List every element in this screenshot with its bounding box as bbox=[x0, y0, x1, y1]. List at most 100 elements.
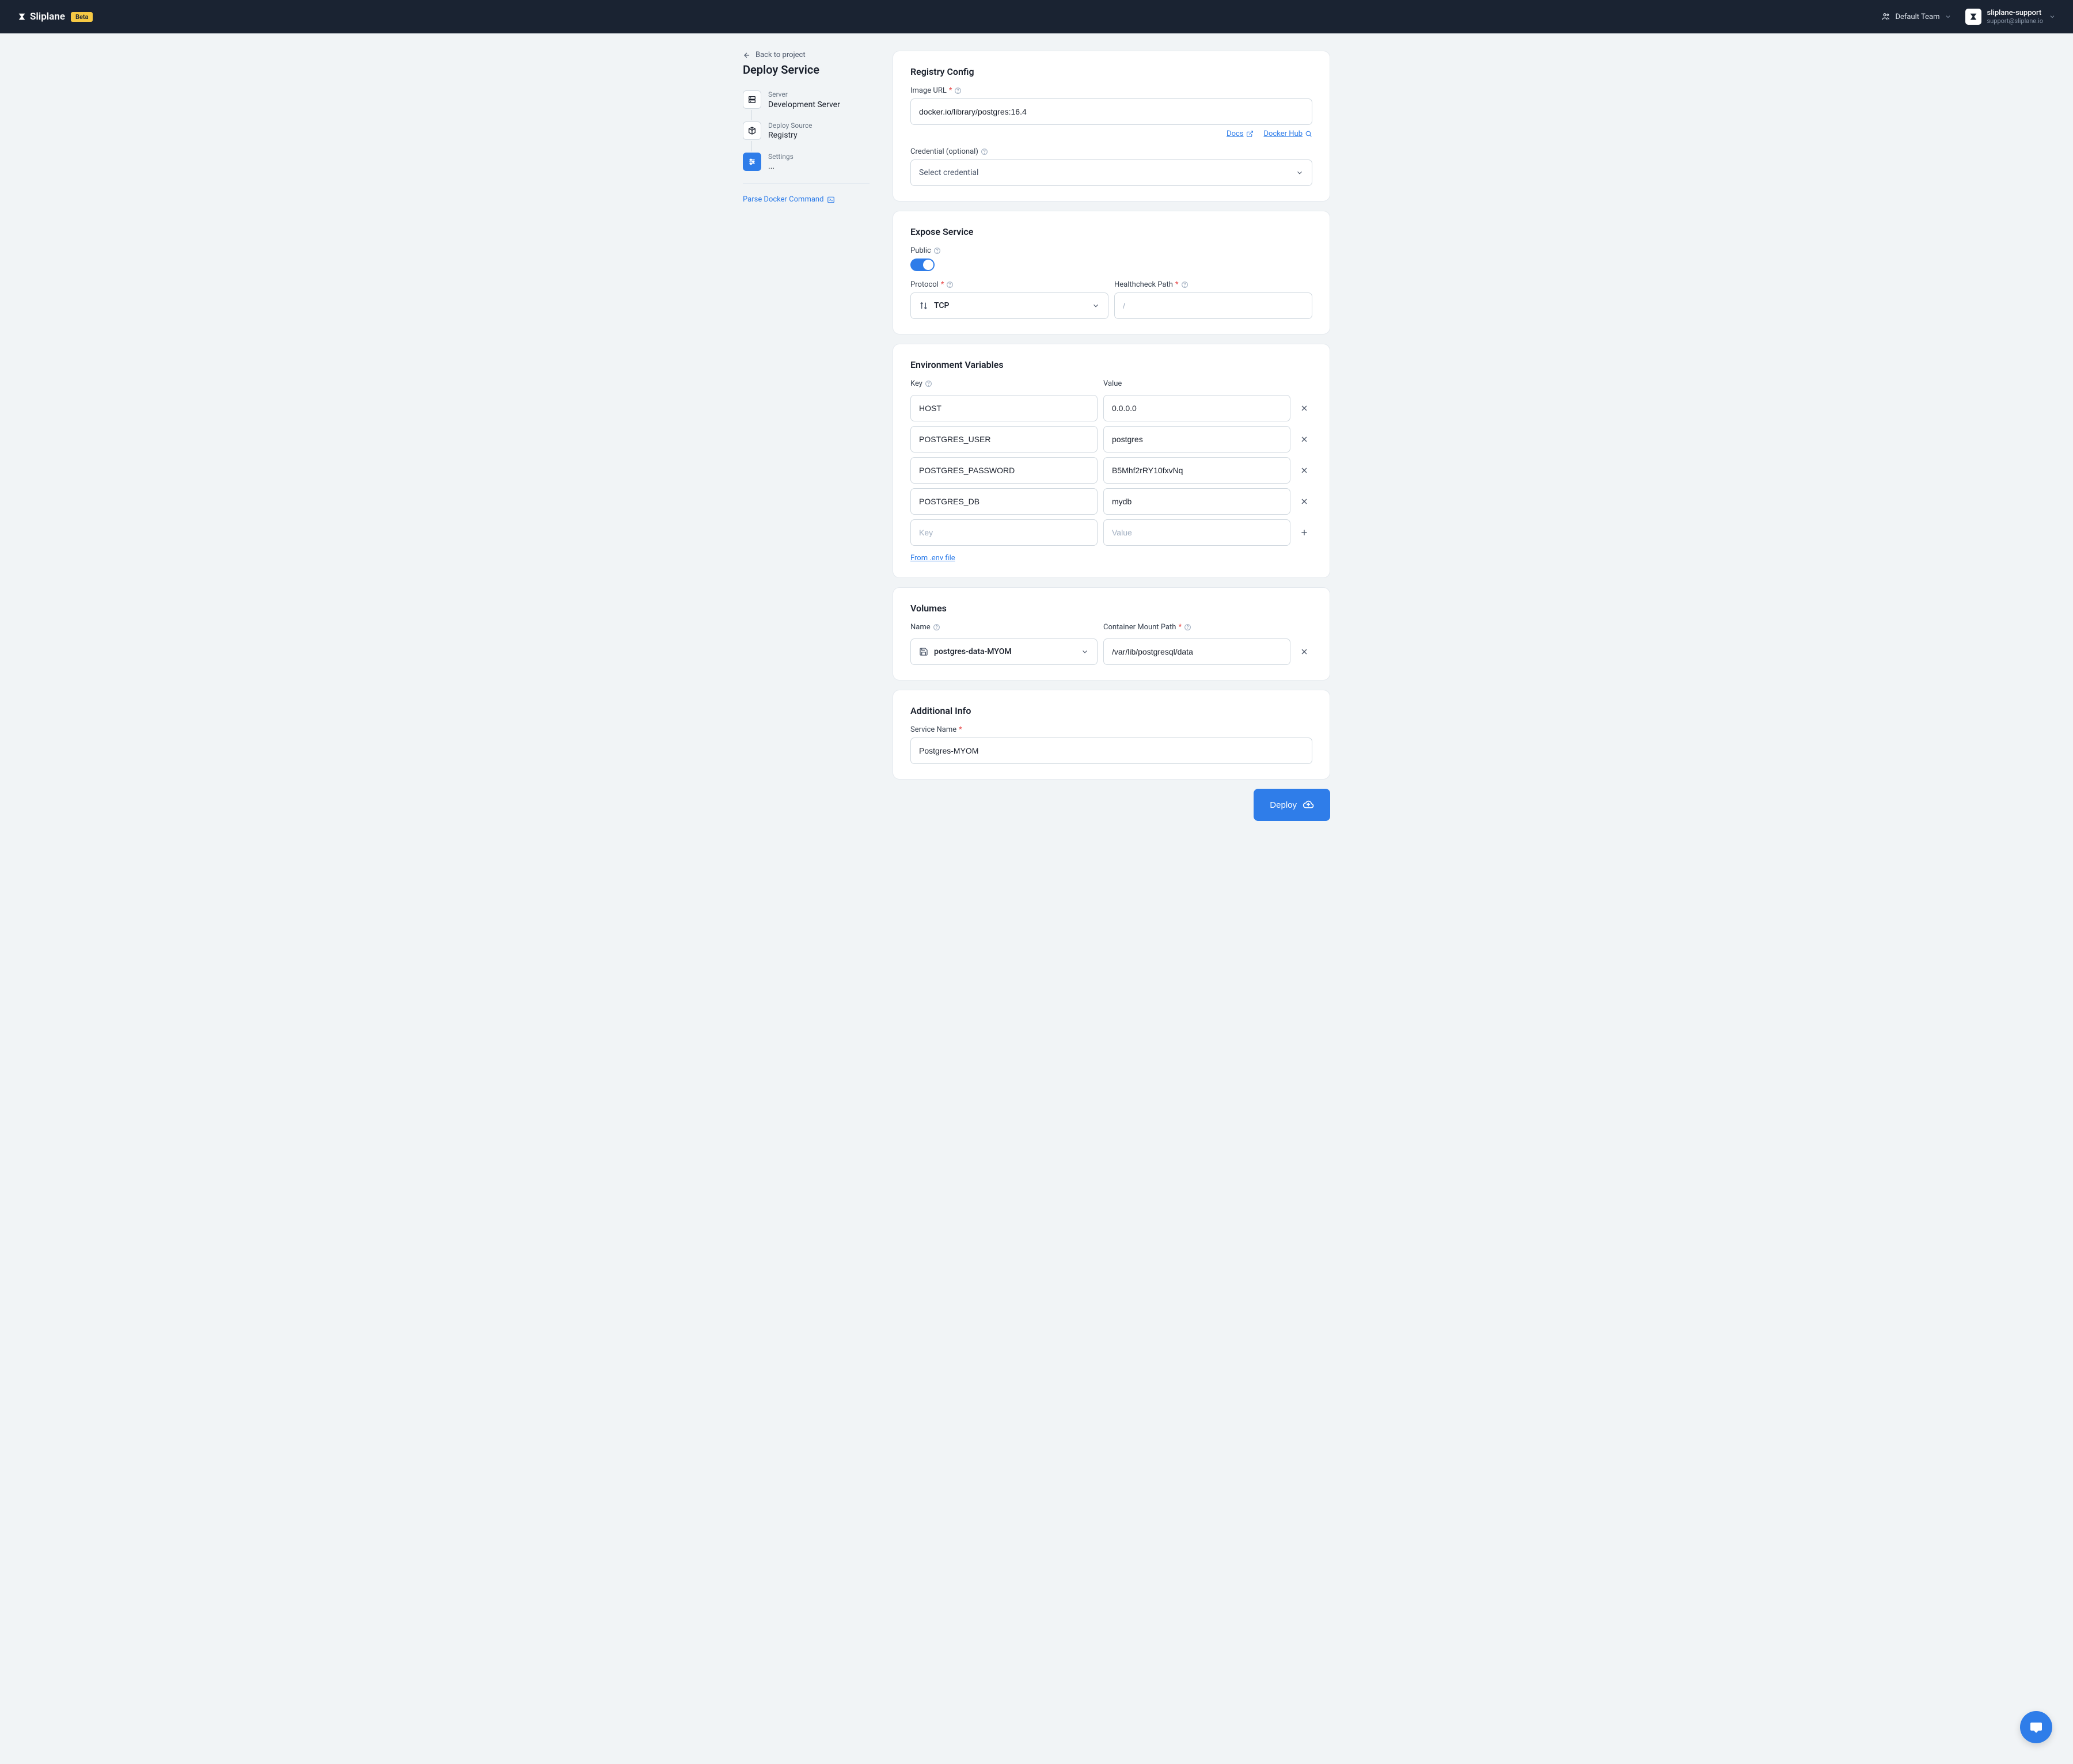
vol-mount-label: Container Mount Path* bbox=[1103, 623, 1290, 632]
image-url-input[interactable] bbox=[910, 98, 1312, 125]
env-key-input[interactable] bbox=[910, 519, 1098, 546]
mount-path-input[interactable] bbox=[1103, 638, 1290, 665]
service-name-input[interactable] bbox=[910, 737, 1312, 764]
registry-icon bbox=[743, 121, 761, 140]
env-key-input[interactable] bbox=[910, 457, 1098, 484]
remove-env-button[interactable] bbox=[1296, 426, 1312, 453]
remove-env-button[interactable] bbox=[1296, 457, 1312, 484]
value-header: Value bbox=[1103, 379, 1290, 388]
protocol-label: Protocol* bbox=[910, 280, 1108, 289]
help-icon[interactable] bbox=[1181, 281, 1189, 288]
help-icon[interactable] bbox=[933, 247, 941, 254]
save-icon bbox=[919, 647, 928, 656]
steps: Server Development Server Deploy Source … bbox=[743, 90, 870, 172]
volumes-card: Volumes Name Container Mount Path* bbox=[893, 587, 1330, 680]
team-switcher[interactable]: Default Team bbox=[1881, 12, 1951, 21]
env-card: Environment Variables Key Value From .en… bbox=[893, 344, 1330, 578]
cloud-upload-icon bbox=[1303, 799, 1314, 811]
brand-logo[interactable]: Sliplane bbox=[17, 11, 65, 22]
brand-icon bbox=[17, 12, 26, 21]
arrow-left-icon bbox=[743, 51, 751, 59]
avatar-icon bbox=[1969, 12, 1978, 21]
server-icon bbox=[743, 90, 761, 109]
user-info: sliplane-support support@sliplane.io bbox=[1987, 9, 2043, 25]
parse-docker-link[interactable]: Parse Docker Command bbox=[743, 183, 870, 204]
env-row bbox=[910, 395, 1312, 421]
chevron-down-icon bbox=[2049, 13, 2056, 20]
add-env-button[interactable] bbox=[1296, 519, 1312, 546]
env-key-input[interactable] bbox=[910, 395, 1098, 421]
team-icon bbox=[1881, 12, 1890, 21]
env-key-input[interactable] bbox=[910, 488, 1098, 515]
chevron-down-icon bbox=[1296, 169, 1304, 177]
help-icon[interactable] bbox=[933, 624, 940, 631]
credential-label: Credential (optional) bbox=[910, 147, 1312, 156]
step-server[interactable]: Server Development Server bbox=[743, 90, 870, 110]
close-icon bbox=[1300, 466, 1309, 475]
terminal-icon bbox=[827, 196, 835, 204]
docs-link[interactable]: Docs bbox=[1227, 130, 1253, 138]
remove-env-button[interactable] bbox=[1296, 488, 1312, 515]
card-title: Volumes bbox=[910, 603, 1312, 614]
chat-fab[interactable] bbox=[2020, 1711, 2052, 1743]
back-link[interactable]: Back to project bbox=[743, 51, 870, 59]
image-url-label: Image URL* bbox=[910, 86, 1312, 95]
credential-select[interactable]: Select credential bbox=[910, 159, 1312, 186]
team-name: Default Team bbox=[1895, 13, 1939, 21]
healthcheck-input[interactable] bbox=[1114, 292, 1312, 319]
user-email: support@sliplane.io bbox=[1987, 17, 2043, 25]
step-settings[interactable]: Settings ... bbox=[743, 153, 870, 172]
step-value: Registry bbox=[768, 130, 813, 140]
help-icon[interactable] bbox=[954, 87, 962, 94]
volume-select[interactable]: postgres-data-MYOM bbox=[910, 638, 1098, 665]
main: Back to project Deploy Service Server De… bbox=[0, 33, 2073, 856]
card-title: Environment Variables bbox=[910, 359, 1312, 370]
env-value-input[interactable] bbox=[1103, 519, 1290, 546]
help-icon[interactable] bbox=[1184, 624, 1191, 631]
user-name: sliplane-support bbox=[1987, 9, 2043, 18]
external-link-icon bbox=[1246, 130, 1254, 138]
deploy-button[interactable]: Deploy bbox=[1254, 789, 1330, 821]
chevron-down-icon bbox=[1945, 13, 1951, 20]
remove-env-button[interactable] bbox=[1296, 395, 1312, 421]
protocol-select[interactable]: TCP bbox=[910, 292, 1108, 319]
expose-card: Expose Service Public Protocol* bbox=[893, 211, 1330, 334]
settings-icon bbox=[743, 153, 761, 171]
beta-badge: Beta bbox=[71, 12, 93, 22]
env-value-input[interactable] bbox=[1103, 488, 1290, 515]
card-title: Expose Service bbox=[910, 226, 1312, 237]
avatar bbox=[1965, 9, 1981, 25]
env-key-input[interactable] bbox=[910, 426, 1098, 453]
dockerhub-link[interactable]: Docker Hub bbox=[1264, 130, 1312, 138]
plus-icon bbox=[1300, 528, 1309, 537]
close-icon bbox=[1300, 497, 1309, 506]
step-source[interactable]: Deploy Source Registry bbox=[743, 121, 870, 141]
env-value-input[interactable] bbox=[1103, 457, 1290, 484]
deploy-row: Deploy bbox=[893, 789, 1330, 821]
help-icon[interactable] bbox=[981, 148, 988, 155]
env-row bbox=[910, 457, 1312, 484]
parse-label: Parse Docker Command bbox=[743, 195, 823, 204]
logo-wrap: Sliplane Beta bbox=[17, 11, 93, 22]
from-env-link[interactable]: From .env file bbox=[910, 554, 955, 562]
remove-volume-button[interactable] bbox=[1296, 638, 1312, 665]
step-value: ... bbox=[768, 161, 793, 172]
public-toggle[interactable] bbox=[910, 258, 935, 271]
healthcheck-label: Healthcheck Path* bbox=[1114, 280, 1312, 289]
page-title: Deploy Service bbox=[743, 63, 870, 77]
env-row bbox=[910, 488, 1312, 515]
env-row-new bbox=[910, 519, 1312, 546]
help-icon[interactable] bbox=[925, 380, 932, 387]
env-value-input[interactable] bbox=[1103, 426, 1290, 453]
arrows-icon bbox=[919, 301, 928, 310]
vol-name-label: Name bbox=[910, 623, 1098, 632]
app-header: Sliplane Beta Default Team sliplane-supp… bbox=[0, 0, 2073, 33]
step-label: Settings bbox=[768, 153, 793, 162]
chat-icon bbox=[2029, 1720, 2043, 1734]
env-value-input[interactable] bbox=[1103, 395, 1290, 421]
chevron-down-icon bbox=[1081, 648, 1089, 656]
additional-card: Additional Info Service Name* bbox=[893, 690, 1330, 780]
user-menu[interactable]: sliplane-support support@sliplane.io bbox=[1965, 9, 2056, 25]
step-label: Server bbox=[768, 90, 840, 100]
help-icon[interactable] bbox=[946, 281, 954, 288]
